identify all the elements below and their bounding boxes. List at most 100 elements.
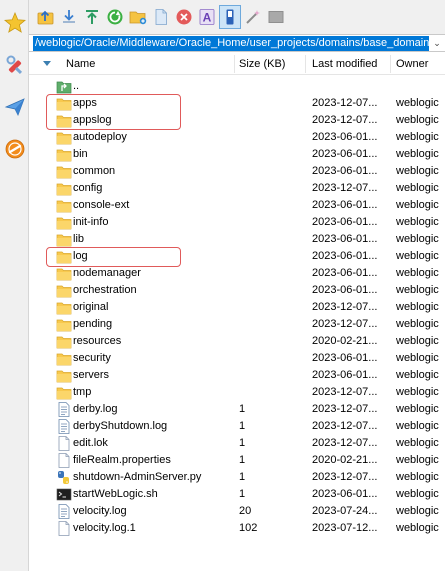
file-row[interactable]: config 2023-12-07... weblogic bbox=[29, 180, 445, 197]
file-row[interactable]: velocity.log.1 102 2023-07-12... weblogic bbox=[29, 520, 445, 537]
sync-browse-icon[interactable] bbox=[219, 5, 241, 29]
path-input[interactable]: /weblogic/Oracle/Middleware/Oracle_Home/… bbox=[33, 36, 429, 51]
file-owner: weblogic bbox=[396, 182, 439, 194]
file-size bbox=[239, 265, 299, 282]
folder-icon bbox=[56, 198, 72, 213]
file-size bbox=[239, 146, 299, 163]
file-size bbox=[239, 299, 299, 316]
column-separator[interactable] bbox=[390, 55, 391, 73]
file-row[interactable]: servers 2023-06-01... weblogic bbox=[29, 367, 445, 384]
upload-arrow-icon[interactable] bbox=[81, 5, 103, 29]
file-modified: 2023-06-01... bbox=[312, 199, 378, 211]
send-icon[interactable] bbox=[0, 90, 29, 124]
file-owner: weblogic bbox=[396, 318, 439, 330]
file-name: velocity.log bbox=[73, 505, 127, 517]
file-owner: weblogic bbox=[396, 216, 439, 228]
file-owner: weblogic bbox=[396, 233, 439, 245]
file-modified: 2023-06-01... bbox=[312, 233, 378, 245]
file-owner: weblogic bbox=[396, 488, 439, 500]
folder-icon bbox=[56, 181, 72, 196]
refresh-icon[interactable] bbox=[104, 5, 126, 29]
file-size bbox=[239, 129, 299, 146]
chevron-down-icon[interactable]: ⌄ bbox=[431, 36, 443, 51]
file-row[interactable]: lib 2023-06-01... weblogic bbox=[29, 231, 445, 248]
file-modified: 2023-06-01... bbox=[312, 250, 378, 262]
new-folder-icon[interactable] bbox=[127, 5, 149, 29]
file-row[interactable]: derbyShutdown.log 1 2023-12-07... weblogic bbox=[29, 418, 445, 435]
file-row[interactable]: resources 2020-02-21... weblogic bbox=[29, 333, 445, 350]
no-entry-icon[interactable] bbox=[0, 132, 29, 166]
file-row[interactable]: autodeploy 2023-06-01... weblogic bbox=[29, 129, 445, 146]
upload-icon[interactable] bbox=[35, 5, 57, 29]
column-name[interactable]: Name bbox=[66, 53, 216, 75]
file-name: autodeploy bbox=[73, 131, 127, 143]
column-separator[interactable] bbox=[305, 55, 306, 73]
file-owner: weblogic bbox=[396, 165, 439, 177]
file-modified: 2020-02-21... bbox=[312, 454, 378, 466]
download-icon[interactable] bbox=[58, 5, 80, 29]
tools-icon[interactable] bbox=[0, 48, 29, 82]
file-size: 102 bbox=[239, 522, 258, 534]
file-row[interactable]: bin 2023-06-01... weblogic bbox=[29, 146, 445, 163]
file-modified: 2023-06-01... bbox=[312, 352, 378, 364]
new-file-icon[interactable] bbox=[150, 5, 172, 29]
file-row[interactable]: tmp 2023-12-07... weblogic bbox=[29, 384, 445, 401]
column-size[interactable]: Size (KB) bbox=[239, 53, 309, 75]
blank-file-icon bbox=[56, 453, 72, 468]
magic-wand-icon[interactable] bbox=[242, 5, 264, 29]
file-row[interactable]: common 2023-06-01... weblogic bbox=[29, 163, 445, 180]
file-name: common bbox=[73, 165, 116, 177]
file-size: 20 bbox=[239, 505, 252, 517]
file-row[interactable]: velocity.log 20 2023-07-24... weblogic bbox=[29, 503, 445, 520]
file-row[interactable]: edit.lok 1 2023-12-07... weblogic bbox=[29, 435, 445, 452]
file-owner: weblogic bbox=[396, 114, 439, 126]
file-modified: 2023-06-01... bbox=[312, 216, 378, 228]
folder-icon bbox=[56, 300, 72, 315]
rename-icon[interactable]: A bbox=[196, 5, 218, 29]
sort-arrow-icon[interactable] bbox=[43, 61, 51, 66]
cancel-icon[interactable] bbox=[173, 5, 195, 29]
column-modified[interactable]: Last modified bbox=[312, 53, 392, 75]
file-modified: 2023-12-07... bbox=[312, 437, 378, 449]
file-list: Name Size (KB) Last modified Owner .. app… bbox=[29, 53, 445, 571]
toolbar: A bbox=[29, 0, 445, 34]
file-name: startWebLogic.sh bbox=[73, 488, 158, 500]
file-name: derby.log bbox=[73, 403, 118, 415]
file-row[interactable]: original 2023-12-07... weblogic bbox=[29, 299, 445, 316]
file-size bbox=[239, 248, 299, 265]
folder-icon bbox=[56, 317, 72, 332]
column-separator[interactable] bbox=[234, 55, 235, 73]
file-owner: weblogic bbox=[396, 505, 439, 517]
file-name: lib bbox=[73, 233, 85, 245]
file-modified: 2023-12-07... bbox=[312, 97, 378, 109]
column-owner[interactable]: Owner bbox=[396, 53, 445, 75]
blank-file-icon bbox=[56, 436, 72, 451]
file-modified: 2023-06-01... bbox=[312, 131, 378, 143]
file-modified: 2023-12-07... bbox=[312, 403, 378, 415]
folder-icon bbox=[56, 215, 72, 230]
file-row[interactable]: pending 2023-12-07... weblogic bbox=[29, 316, 445, 333]
path-bar[interactable]: /weblogic/Oracle/Middleware/Oracle_Home/… bbox=[29, 34, 445, 52]
file-modified: 2020-02-21... bbox=[312, 335, 378, 347]
file-size bbox=[239, 214, 299, 231]
file-owner: weblogic bbox=[396, 454, 439, 466]
file-row[interactable]: startWebLogic.sh 1 2023-06-01... weblogic bbox=[29, 486, 445, 503]
file-row[interactable]: .. bbox=[29, 78, 445, 95]
file-row[interactable]: init-info 2023-06-01... weblogic bbox=[29, 214, 445, 231]
file-row[interactable]: shutdown-AdminServer.py 1 2023-12-07... web… bbox=[29, 469, 445, 486]
file-row[interactable]: derby.log 1 2023-12-07... weblogic bbox=[29, 401, 445, 418]
file-modified: 2023-07-12... bbox=[312, 522, 378, 534]
file-owner: weblogic bbox=[396, 301, 439, 313]
text-file-icon bbox=[56, 402, 72, 417]
file-row[interactable]: console-ext 2023-06-01... weblogic bbox=[29, 197, 445, 214]
file-row[interactable]: fileRealm.properties 1 2020-02-21... weblog… bbox=[29, 452, 445, 469]
file-owner: weblogic bbox=[396, 522, 439, 534]
file-modified: 2023-12-07... bbox=[312, 471, 378, 483]
file-row[interactable]: orchestration 2023-06-01... weblogic bbox=[29, 282, 445, 299]
file-row[interactable]: security 2023-06-01... weblogic bbox=[29, 350, 445, 367]
file-row[interactable]: nodemanager 2023-06-01... weblogic bbox=[29, 265, 445, 282]
highlight-box bbox=[46, 94, 181, 130]
terminal-icon[interactable] bbox=[265, 5, 287, 29]
file-size: 1 bbox=[239, 420, 246, 432]
star-icon[interactable] bbox=[0, 6, 29, 40]
